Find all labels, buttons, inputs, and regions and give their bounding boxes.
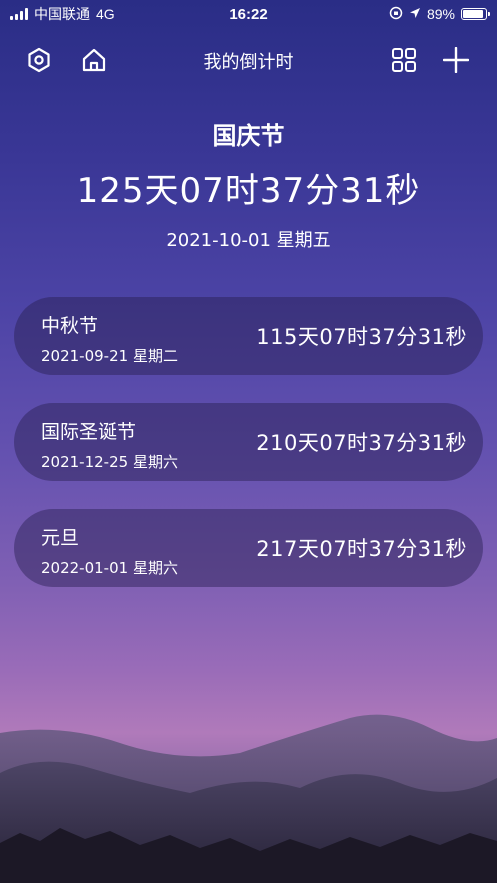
status-bar: 中国联通 4G 16:22 89% <box>0 0 497 28</box>
battery-icon <box>461 8 490 20</box>
event-card[interactable]: 国际圣诞节 2021-12-25 星期六 210天07时37分31秒 <box>14 403 483 481</box>
grid-view-button[interactable] <box>386 42 422 78</box>
clock: 16:22 <box>229 5 268 23</box>
network-label: 4G <box>96 6 115 22</box>
featured-countdown: 125天07时37分31秒 <box>76 171 421 211</box>
featured-event-date: 2021-10-01 星期五 <box>166 230 331 251</box>
event-date: 2021-12-25 星期六 <box>41 453 178 471</box>
event-card[interactable]: 中秋节 2021-09-21 星期二 115天07时37分31秒 <box>14 297 483 375</box>
event-countdown: 217天07时37分31秒 <box>256 537 467 561</box>
nav-bar: 我的倒计时 <box>0 38 497 82</box>
event-date: 2022-01-01 星期六 <box>41 559 178 577</box>
event-card[interactable]: 元旦 2022-01-01 星期六 217天07时37分31秒 <box>14 509 483 587</box>
featured-event-name: 国庆节 <box>212 122 285 150</box>
signal-icon <box>10 8 28 20</box>
event-name: 国际圣诞节 <box>41 421 137 443</box>
page-title: 我的倒计时 <box>203 52 294 73</box>
carrier-label: 中国联通 <box>34 6 90 22</box>
event-countdown: 210天07时37分31秒 <box>256 431 467 455</box>
plus-icon <box>443 47 469 73</box>
mountain-background <box>0 714 497 883</box>
event-date: 2021-09-21 星期二 <box>41 347 178 365</box>
battery-percent: 89% <box>426 6 455 22</box>
location-icon <box>409 6 421 22</box>
status-left: 中国联通 4G <box>10 4 115 24</box>
grid-icon <box>392 48 416 72</box>
event-name: 中秋节 <box>41 315 99 337</box>
status-right: 89% <box>389 6 490 23</box>
lock-rotation-icon <box>389 6 403 23</box>
add-event-button[interactable] <box>438 42 474 78</box>
event-name: 元旦 <box>41 527 80 549</box>
event-countdown: 115天07时37分31秒 <box>256 325 467 349</box>
